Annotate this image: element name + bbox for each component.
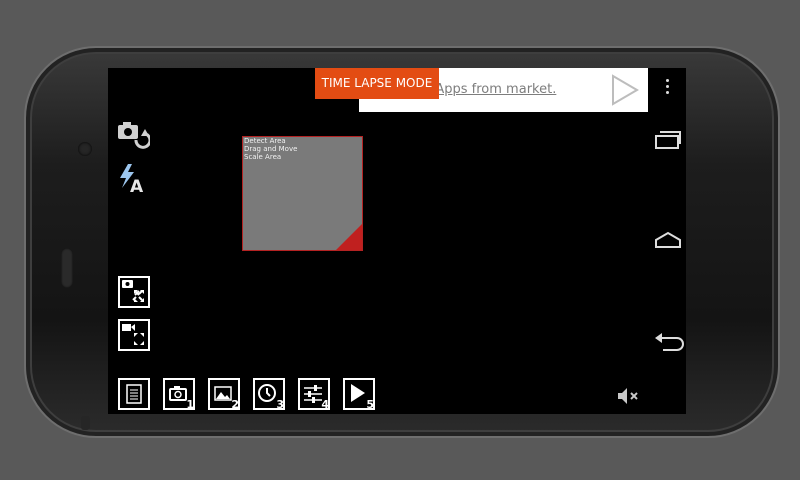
detect-area-line: Scale Area <box>244 153 282 161</box>
video-fullscreen-icon[interactable] <box>118 319 150 351</box>
detect-area-line: Drag and Move <box>244 145 298 153</box>
toolbar-number: 2 <box>231 398 239 411</box>
svg-text:A: A <box>130 177 144 194</box>
sensor <box>81 416 90 430</box>
timer-button[interactable]: 3 <box>253 378 285 411</box>
mute-icon[interactable] <box>616 386 642 406</box>
camera-switch-icon[interactable] <box>116 118 150 152</box>
recent-apps-icon[interactable] <box>653 129 683 151</box>
camera-screen: Get FREE Apps from market. TIME LAPSE MO… <box>108 68 686 414</box>
mode-label[interactable]: TIME LAPSE MODE <box>315 68 439 99</box>
front-camera <box>78 142 92 156</box>
speaker <box>61 248 73 288</box>
detect-area[interactable]: Detect Area Drag and Move Scale Area <box>242 136 363 251</box>
photo-fullscreen-icon[interactable] <box>118 276 150 308</box>
back-icon[interactable] <box>653 330 685 352</box>
home-icon[interactable] <box>653 229 683 251</box>
camera-button[interactable]: 1 <box>163 378 195 411</box>
list-icon <box>126 384 142 404</box>
list-button[interactable] <box>118 378 150 410</box>
detect-area-line: Detect Area <box>244 137 286 145</box>
scale-handle[interactable] <box>336 224 362 250</box>
settings-button[interactable]: 4 <box>298 378 330 411</box>
play-button[interactable]: 5 <box>343 378 375 411</box>
gallery-button[interactable]: 2 <box>208 378 240 411</box>
toolbar-number: 5 <box>366 398 374 411</box>
toolbar-number: 3 <box>276 398 284 411</box>
toolbar-number: 4 <box>321 398 329 411</box>
overflow-menu-icon[interactable] <box>665 79 671 95</box>
flash-auto-icon[interactable]: A <box>116 162 150 194</box>
toolbar-number: 1 <box>186 398 194 411</box>
ad-play-icon[interactable] <box>608 74 640 106</box>
